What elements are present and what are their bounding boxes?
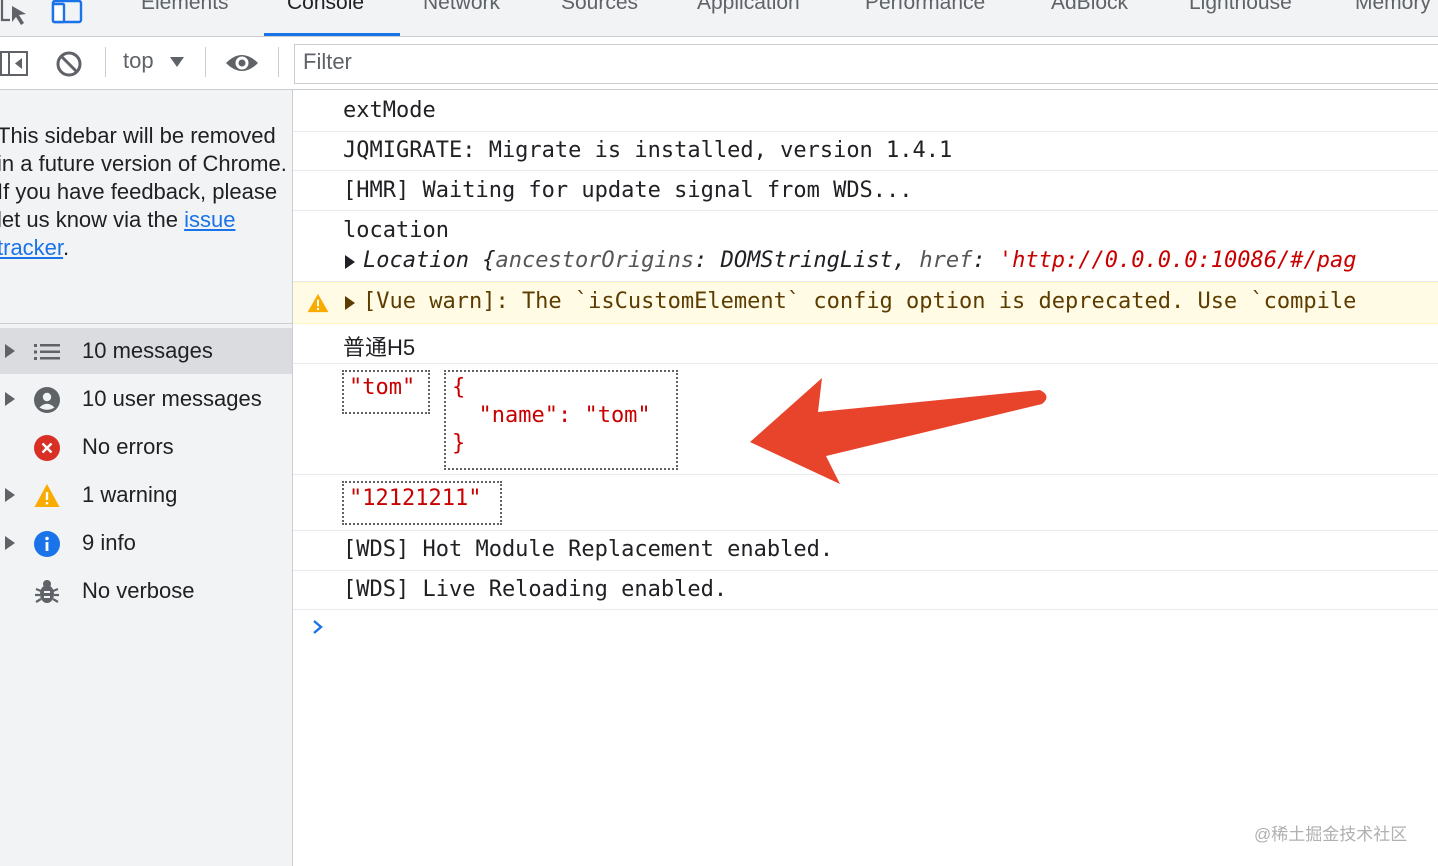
notice-text: This sidebar will be removed in a future… [0,123,287,232]
sidebar-item-label: No errors [82,434,174,459]
object-string-value: 'http://0.0.0.0:10086/#/pag [998,248,1357,273]
toolbar-separator [105,47,106,77]
message-text: extMode [343,98,436,123]
warning-icon [34,484,60,507]
expand-arrow-icon[interactable] [345,296,355,310]
notice-end: . [63,235,70,260]
object-value-box[interactable]: { "name": "tom" } [444,370,678,470]
sidebar-item-label: 10 user messages [82,386,262,411]
annotation-arrow-icon [750,378,1047,484]
tab-lighthouse[interactable]: Lighthouse [1189,0,1292,15]
context-value: top [123,48,154,73]
tab-memory[interactable]: Memory [1355,0,1431,15]
string-value: "tom" [349,375,416,400]
execution-context-select[interactable]: top [123,48,184,74]
filter-input[interactable] [303,49,1303,75]
sidebar-toggle-icon[interactable] [0,51,30,77]
console-message[interactable]: 普通H5 [293,323,1438,364]
console-toolbar: top [0,37,1438,90]
message-text: [Vue warn]: The `isCustomElement` config… [363,289,1357,314]
console-sidebar: This sidebar will be removed in a future… [0,90,293,866]
toolbar-separator [205,47,206,77]
tab-application[interactable]: Application [697,0,800,15]
sidebar-item-info[interactable]: 9 info [0,520,292,566]
sidebar-item-label: 1 warning [82,482,178,507]
message-text: location [343,218,449,243]
console-warning-message[interactable]: [Vue warn]: The `isCustomElement` config… [293,282,1438,324]
tab-performance[interactable]: Performance [865,0,985,15]
tab-adblock[interactable]: AdBlock [1051,0,1128,15]
message-text: JQMIGRATE: Migrate is installed, version… [343,138,953,163]
object-line: { [452,375,466,400]
console-message[interactable]: location Location {ancestorOrigins: DOMS… [293,211,1438,282]
object-value: DOMStringList [720,248,893,273]
object-class-name: Location [363,248,469,273]
dropdown-arrow-icon [169,57,184,68]
active-tab-indicator [264,33,400,36]
watermark: @稀土掘金技术社区 [1254,825,1408,844]
object-line: } [452,431,466,456]
expand-arrow-icon[interactable] [5,344,15,358]
expand-arrow-icon[interactable] [345,255,355,269]
tab-elements[interactable]: Elements [141,0,229,15]
string-value-box[interactable]: "tom" [342,370,430,414]
user-icon [34,387,60,413]
sidebar-item-errors[interactable]: No errors [0,424,292,470]
console-message[interactable]: [HMR] Waiting for update signal from WDS… [293,171,1438,211]
sidebar-item-label: 10 messages [82,338,213,363]
location-object-preview[interactable]: Location {ancestorOrigins: DOMStringList… [363,248,1356,273]
expand-arrow-icon[interactable] [5,392,15,406]
error-icon [34,435,60,461]
string-value: "12121211" [349,486,482,511]
console-message[interactable]: extMode [293,90,1438,132]
sidebar-item-label: 9 info [82,530,136,555]
tab-sources[interactable]: Sources [561,0,638,15]
info-icon [34,531,60,557]
bug-icon [35,580,59,603]
sidebar-deprecation-notice: This sidebar will be removed in a future… [0,122,292,262]
warning-icon [307,293,329,313]
sidebar-item-verbose[interactable]: No verbose [0,568,292,614]
console-message[interactable]: [WDS] Live Reloading enabled. [293,571,1438,610]
console-prompt-chevron-icon[interactable] [311,618,325,636]
object-line: "name": "tom" [452,403,651,428]
list-icon [34,344,60,360]
sidebar-divider [0,323,292,324]
inspect-element-icon[interactable] [0,0,30,26]
expand-arrow-icon[interactable] [5,488,15,502]
device-toolbar-icon[interactable] [50,0,84,26]
sidebar-item-user-messages[interactable]: 10 user messages [0,376,292,422]
message-text: [WDS] Live Reloading enabled. [343,577,728,602]
filter-box [294,44,1438,84]
sidebar-item-label: No verbose [82,578,195,603]
expand-arrow-icon[interactable] [5,536,15,550]
sidebar-item-messages[interactable]: 10 messages [0,328,292,374]
message-text: [WDS] Hot Module Replacement enabled. [343,537,834,562]
object-key: ancestorOrigins [495,248,695,273]
console-message[interactable]: JQMIGRATE: Migrate is installed, version… [293,131,1438,171]
string-value-box[interactable]: "12121211" [342,481,502,525]
toolbar-separator [278,47,279,77]
tab-network[interactable]: Network [423,0,500,15]
tab-console[interactable]: Console [287,0,364,15]
object-key: href [919,248,973,273]
devtools-tab-bar: Elements Console Network Sources Applica… [0,0,1438,37]
message-text: [HMR] Waiting for update signal from WDS… [343,178,913,203]
console-message[interactable]: [WDS] Hot Module Replacement enabled. [293,531,1438,571]
message-text: 普通H5 [343,335,416,360]
sidebar-item-warnings[interactable]: 1 warning [0,472,292,518]
eye-icon[interactable] [225,51,259,75]
clear-console-icon[interactable] [55,50,83,78]
